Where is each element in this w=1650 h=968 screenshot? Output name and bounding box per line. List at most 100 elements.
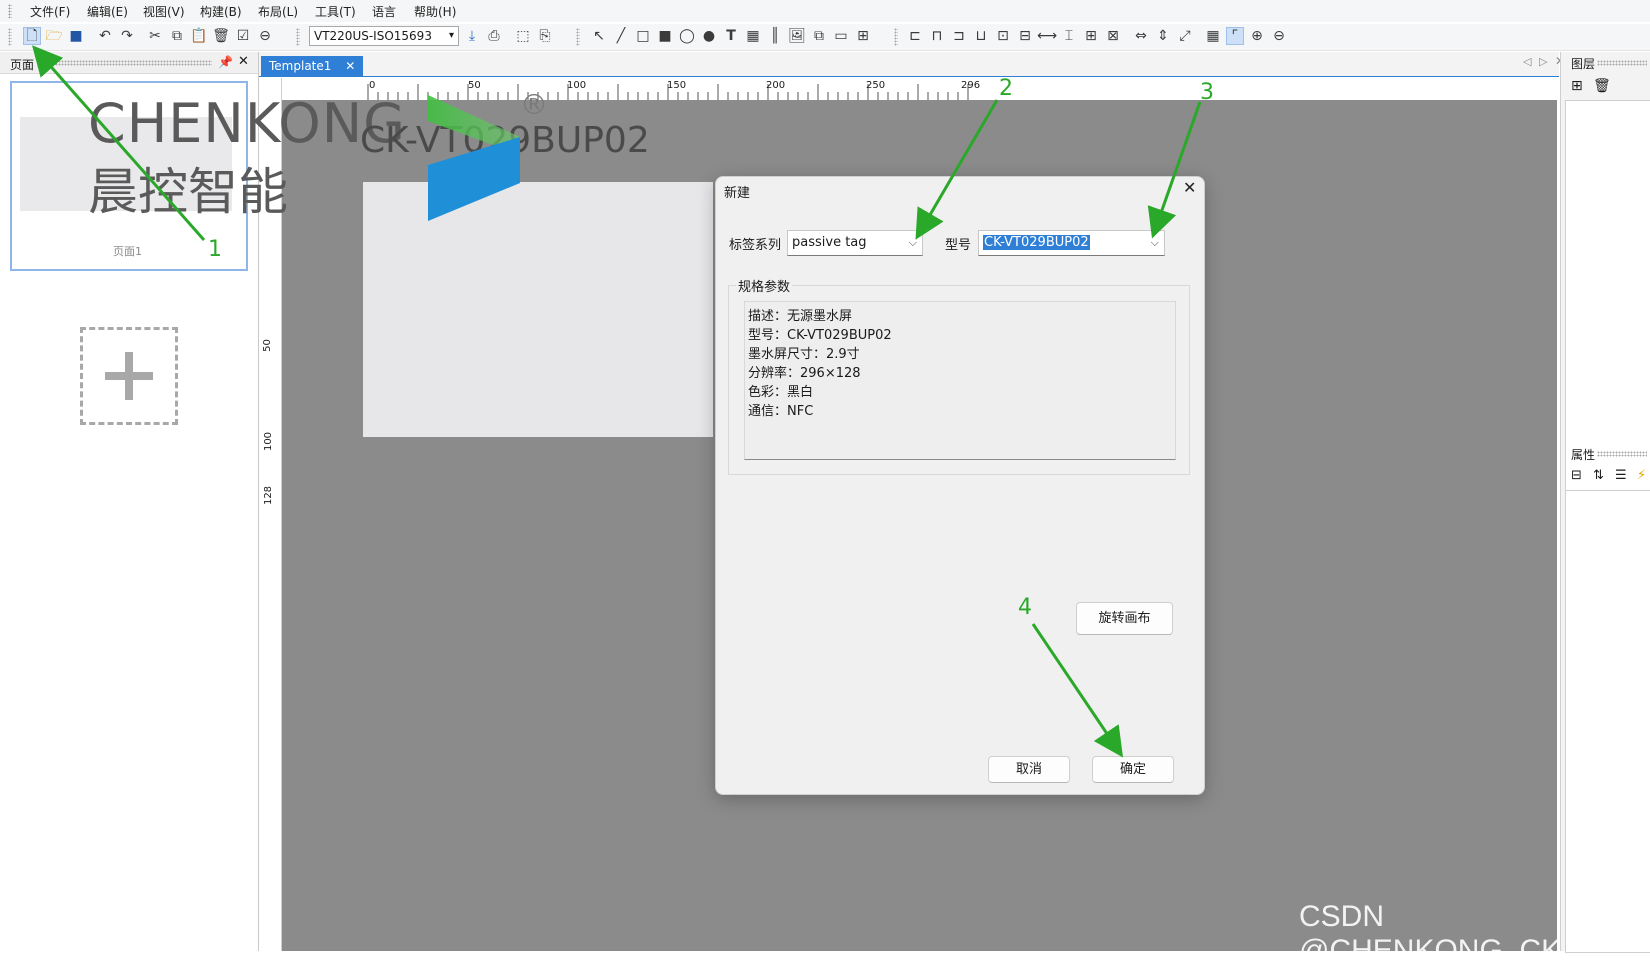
- model-select[interactable]: CK-VT029BUP02 ⌵: [978, 230, 1165, 256]
- layers-panel-title: 图层: [1571, 57, 1596, 71]
- toolbar-separator: [576, 28, 580, 46]
- distribute-v-icon[interactable]: ⌶: [1060, 27, 1078, 45]
- properties-grid[interactable]: [1565, 490, 1650, 953]
- dialog-title: 新建: [724, 186, 751, 201]
- close-icon[interactable]: ✕: [1183, 178, 1196, 197]
- sort-icon[interactable]: ⇅: [1593, 468, 1604, 483]
- align-bottom-icon[interactable]: ⊔: [972, 27, 990, 45]
- menu-view[interactable]: 视图(V): [143, 3, 185, 20]
- ruler-tick-label: 0: [369, 80, 376, 91]
- menu-layout[interactable]: 布局(L): [258, 3, 298, 20]
- rotate-canvas-button[interactable]: 旋转画布: [1076, 602, 1173, 635]
- layers-list[interactable]: [1565, 100, 1650, 492]
- ruler-tick-label: 50: [261, 339, 273, 352]
- menu-bar: 文件(F) 编辑(E) 视图(V) 构建(B) 布局(L) 工具(T) 语言 帮…: [0, 0, 1650, 22]
- ok-button[interactable]: 确定: [1092, 756, 1174, 783]
- page-label: 页面1: [113, 245, 142, 258]
- filled-rectangle-icon[interactable]: ■: [656, 27, 674, 45]
- annotation-number: 4: [1018, 595, 1032, 620]
- menu-file[interactable]: 文件(F): [30, 3, 70, 20]
- same-size-icon[interactable]: ⤢: [1176, 27, 1194, 45]
- zoom-out-icon[interactable]: ⊖: [1270, 27, 1288, 45]
- shape-icon[interactable]: ▭: [832, 27, 850, 45]
- cancel-button[interactable]: 取消: [988, 756, 1070, 783]
- barcode-icon[interactable]: ║: [766, 27, 784, 45]
- add-layer-icon[interactable]: ⊞: [1571, 78, 1583, 94]
- copy-image-icon[interactable]: ⧉: [810, 27, 828, 45]
- save-icon[interactable]: ■: [67, 27, 85, 45]
- line-icon[interactable]: ╱: [612, 27, 630, 45]
- download-icon[interactable]: ⤓: [463, 27, 481, 45]
- menu-build[interactable]: 构建(B): [200, 3, 242, 20]
- model-label: 型号: [945, 238, 972, 253]
- qrcode-icon[interactable]: ▦: [744, 27, 762, 45]
- print-preview-icon[interactable]: ⎘: [536, 27, 554, 45]
- snap-icon[interactable]: ⌜: [1226, 27, 1244, 45]
- menu-help[interactable]: 帮助(H): [414, 3, 456, 20]
- series-label: 标签系列: [729, 238, 782, 253]
- delete-icon[interactable]: 🗑: [212, 27, 230, 45]
- close-icon[interactable]: ✕: [238, 54, 249, 69]
- print-icon[interactable]: ⎙: [485, 27, 503, 45]
- ruler-tick-label: 100: [567, 80, 587, 91]
- add-page-button[interactable]: [80, 327, 178, 425]
- ellipse-icon[interactable]: ◯: [678, 27, 696, 45]
- series-select[interactable]: passive tag ⌵: [787, 230, 923, 256]
- panel-grip: [1597, 60, 1647, 66]
- undo-icon[interactable]: ↶: [96, 27, 114, 45]
- pointer-icon[interactable]: ↖: [590, 27, 608, 45]
- rectangle-icon[interactable]: □: [634, 27, 652, 45]
- tab-scroll-left-icon[interactable]: ◁: [1523, 55, 1531, 68]
- tab-scroll-right-icon[interactable]: ▷: [1539, 55, 1547, 68]
- logo-brand-en: CHENKONG: [88, 92, 407, 155]
- toolbar: 🗋 🗁 ■ ↶ ↷ ✂ ⧉ 📋 🗑 ☑ ⊖ VT220US-ISO15693 ▾…: [0, 24, 1650, 51]
- same-height-icon[interactable]: ⇕: [1154, 27, 1172, 45]
- spec-communication: 通信：NFC: [748, 404, 814, 419]
- printer-select-value: VT220US-ISO15693: [314, 29, 432, 43]
- ruler-tick-label: 296: [961, 80, 981, 91]
- open-folder-icon[interactable]: 🗁: [45, 27, 63, 45]
- center-h-icon[interactable]: ⊡: [994, 27, 1012, 45]
- align-right-icon[interactable]: ⊐: [950, 27, 968, 45]
- image-icon[interactable]: 🖼: [788, 27, 806, 45]
- align-top-icon[interactable]: ⊓: [928, 27, 946, 45]
- ruler-tick-label: 100: [263, 431, 275, 452]
- close-icon[interactable]: ✕: [345, 59, 355, 73]
- ungroup-icon[interactable]: ⊠: [1104, 27, 1122, 45]
- text-icon[interactable]: T: [722, 27, 740, 45]
- new-file-icon[interactable]: 🗋: [23, 27, 41, 45]
- distribute-h-icon[interactable]: ⟷: [1037, 27, 1057, 45]
- group-icon[interactable]: ⊞: [1082, 27, 1100, 45]
- delete-layer-icon[interactable]: 🗑: [1593, 78, 1611, 94]
- new-dialog: [715, 176, 1205, 795]
- cut-icon[interactable]: ✂: [146, 27, 164, 45]
- redo-icon[interactable]: ↷: [118, 27, 136, 45]
- printer-select[interactable]: VT220US-ISO15693 ▾: [309, 26, 459, 46]
- document-tabbar: ◁ ▷ ✕: [259, 52, 1565, 77]
- zoom-in-icon[interactable]: ⊕: [1248, 27, 1266, 45]
- copy-icon[interactable]: ⧉: [168, 27, 186, 45]
- properties-icon[interactable]: ☰: [1615, 468, 1627, 483]
- check-icon[interactable]: ☑: [234, 27, 252, 45]
- spec-screen-size: 墨水屏尺寸：2.9寸: [748, 347, 860, 362]
- zoom-out-circle-icon[interactable]: ⊖: [256, 27, 274, 45]
- events-icon[interactable]: ⚡: [1637, 468, 1646, 483]
- annotation-number: 1: [208, 237, 222, 262]
- tab-template1[interactable]: Template1 ✕: [261, 56, 364, 76]
- table-icon[interactable]: ⊞: [854, 27, 872, 45]
- grid-icon[interactable]: ▦: [1204, 27, 1222, 45]
- align-left-icon[interactable]: ⊏: [906, 27, 924, 45]
- label-canvas[interactable]: [363, 182, 713, 437]
- filled-ellipse-icon[interactable]: ●: [700, 27, 718, 45]
- ruler-tick-label: 50: [468, 80, 481, 91]
- menu-language[interactable]: 语言: [372, 3, 396, 20]
- menu-edit[interactable]: 编辑(E): [87, 3, 128, 20]
- same-width-icon[interactable]: ⇔: [1132, 27, 1150, 45]
- image-export-icon[interactable]: ⬚: [514, 27, 532, 45]
- categorized-icon[interactable]: ⊟: [1571, 468, 1582, 483]
- paste-icon[interactable]: 📋: [190, 27, 208, 45]
- center-v-icon[interactable]: ⊟: [1016, 27, 1034, 45]
- pages-panel-title: 页面: [10, 58, 35, 72]
- menu-tools[interactable]: 工具(T): [315, 3, 356, 20]
- pin-icon[interactable]: 📌: [218, 55, 233, 69]
